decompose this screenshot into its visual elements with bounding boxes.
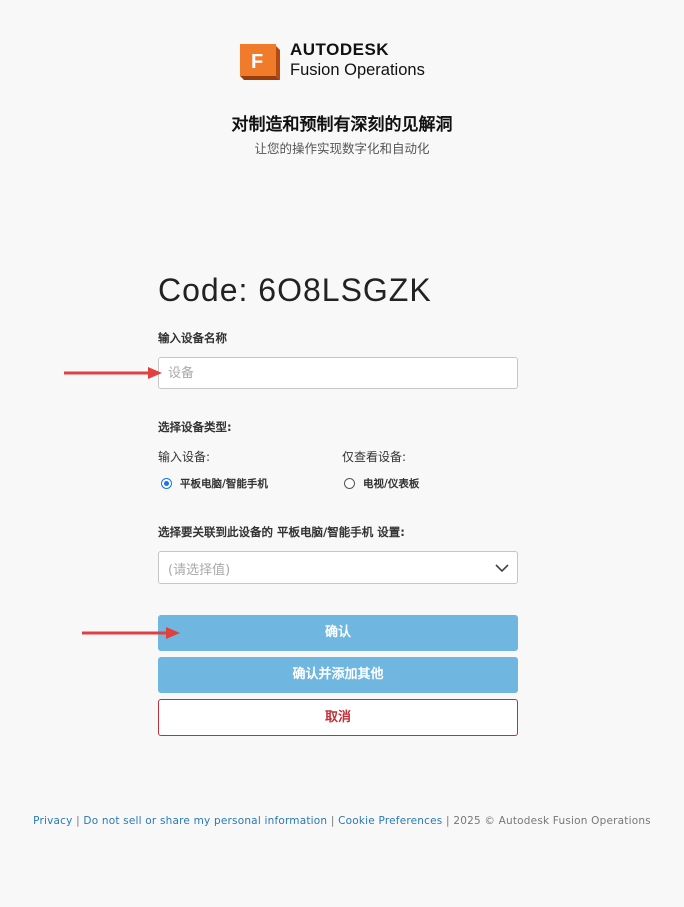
link-settings-label: 选择要关联到此设备的 平板电脑/智能手机 设置: (158, 525, 405, 539)
radio-tv-dashboard[interactable]: 电视/仪表板 (344, 476, 419, 491)
brand-name: AUTODESK (290, 40, 390, 59)
cookie-preferences-link[interactable]: Cookie Preferences (338, 815, 442, 827)
pairing-code: Code: 6O8LSGZK (158, 272, 432, 308)
product-name: Fusion Operations (290, 61, 425, 79)
page-subheadline: 让您的操作实现数字化和自动化 (254, 141, 430, 156)
device-name-label: 输入设备名称 (158, 331, 227, 345)
autodesk-logo: F AUTODESK Fusion Operations (238, 40, 448, 84)
radio-unchecked-icon[interactable] (344, 478, 355, 489)
device-type-label: 选择设备类型: (158, 420, 232, 434)
confirm-button[interactable]: 确认 (158, 615, 518, 651)
radio-tablet-phone-label: 平板电脑/智能手机 (180, 478, 268, 490)
svg-text:F: F (251, 51, 263, 73)
cancel-button[interactable]: 取消 (158, 699, 518, 736)
privacy-link[interactable]: Privacy (33, 815, 72, 827)
radio-tablet-phone[interactable]: 平板电脑/智能手机 (161, 476, 268, 491)
footer-separator: | (330, 815, 335, 827)
device-name-input[interactable] (158, 357, 518, 389)
radio-tv-dashboard-label: 电视/仪表板 (363, 478, 420, 490)
footer-separator: | (446, 815, 450, 827)
page-footer: Privacy | Do not sell or share my person… (0, 815, 684, 827)
select-placeholder: (请选择值) (168, 563, 231, 578)
confirm-add-another-button[interactable]: 确认并添加其他 (158, 657, 518, 693)
annotation-arrow-icon (82, 627, 180, 639)
chevron-down-icon (495, 564, 509, 573)
view-device-column-label: 仅查看设备: (342, 450, 407, 464)
fusion-logo-icon: F (240, 44, 280, 80)
footer-separator: | (76, 815, 80, 827)
annotation-arrow-icon (64, 367, 162, 379)
link-settings-select[interactable]: (请选择值) (158, 551, 518, 584)
login-page: F AUTODESK Fusion Operations 对制造和预制有深刻的见… (0, 0, 684, 907)
radio-checked-icon[interactable] (161, 478, 172, 489)
copyright-text: 2025 © Autodesk Fusion Operations (453, 815, 651, 827)
page-headline: 对制造和预制有深刻的见解洞 (231, 115, 453, 135)
input-device-column-label: 输入设备: (158, 450, 211, 464)
do-not-sell-link[interactable]: Do not sell or share my personal informa… (83, 815, 327, 827)
